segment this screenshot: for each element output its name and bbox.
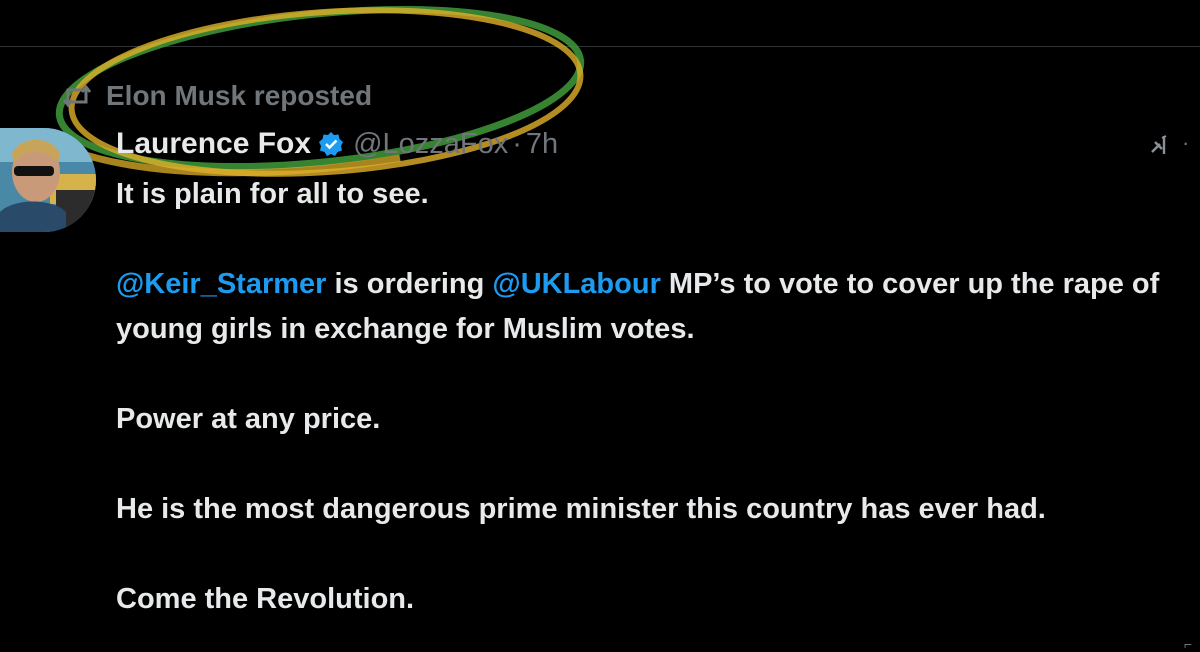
tweet-line-4: He is the most dangerous prime minister … [116,493,1046,525]
repost-icon [60,79,94,113]
paragraph-2-text-1: is ordering [326,268,493,300]
tweet-header: Laurence Fox @LozzaFox · 7h [116,124,558,164]
tweet-text: It is plain for all to see. @Keir_Starme… [116,172,1200,622]
repost-indicator[interactable]: Elon Musk reposted [60,78,372,114]
author-display-name[interactable]: Laurence Fox [116,127,311,161]
tweet-paragraph-2: @Keir_Starmer is ordering @UKLabour MP’s… [116,262,1200,352]
mention-uklabour[interactable]: @UKLabour [492,268,660,300]
corner-fragment-icon: ⌐ [1184,636,1193,652]
tweet-line-1: It is plain for all to see. [116,178,429,210]
repost-label[interactable]: Elon Musk reposted [106,80,372,112]
header-separator: · [512,127,522,160]
author-handle[interactable]: @LozzaFox [353,128,508,161]
mention-keir-starmer[interactable]: @Keir_Starmer [116,268,326,300]
tweet-line-3: Power at any price. [116,403,381,435]
grok-icon[interactable] [1148,132,1174,158]
tweet-line-5: Come the Revolution. [116,583,415,615]
author-avatar[interactable] [0,128,96,232]
verified-badge-icon [317,130,345,158]
top-divider [0,46,1200,47]
tweet-timestamp[interactable]: 7h [526,128,558,161]
more-options-icon[interactable]: · [1182,128,1200,158]
